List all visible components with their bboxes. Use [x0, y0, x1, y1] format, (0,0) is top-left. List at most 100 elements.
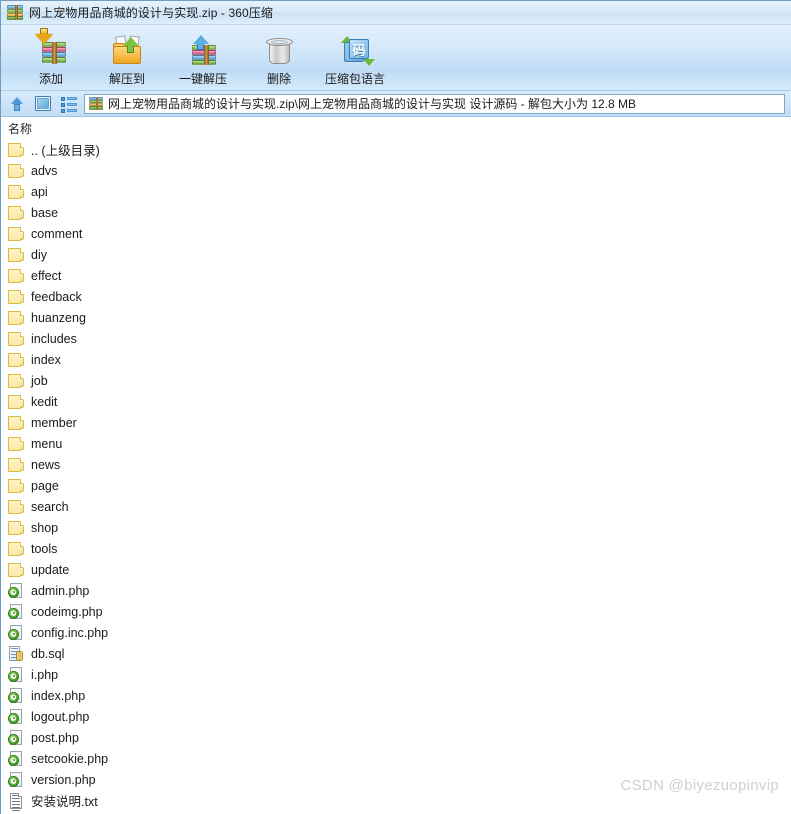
archive-language-icon: 码: [338, 34, 375, 66]
file-name-label: shop: [31, 520, 59, 535]
archive-manager-window: 网上宠物用品商城的设计与实现.zip - 360压缩 添加 解压到 一键解压 删…: [0, 0, 791, 814]
file-name-label: config.inc.php: [31, 625, 109, 640]
file-list-row[interactable]: comment: [6, 223, 791, 244]
file-list-row[interactable]: db.sql: [6, 643, 791, 664]
folder-icon: [8, 226, 24, 241]
file-name-label: job: [31, 373, 48, 388]
file-list-row[interactable]: includes: [6, 328, 791, 349]
add-button-label: 添加: [38, 72, 63, 86]
php-file-icon: [8, 729, 24, 746]
file-list-row[interactable]: news: [6, 454, 791, 475]
file-list-row[interactable]: member: [6, 412, 791, 433]
file-name-label: .. (上级目录): [31, 144, 100, 158]
file-name-label: member: [31, 415, 77, 430]
file-name-label: includes: [31, 331, 77, 346]
file-list-row[interactable]: index.php: [6, 685, 791, 706]
file-list-row[interactable]: codeimg.php: [6, 601, 791, 622]
title-bar: 网上宠物用品商城的设计与实现.zip - 360压缩: [1, 1, 791, 25]
extract-to-button-label: 解压到: [108, 72, 145, 86]
file-list-row[interactable]: .. (上级目录): [6, 139, 791, 160]
php-file-icon: [8, 750, 24, 767]
file-list-row[interactable]: i.php: [6, 664, 791, 685]
file-list-row[interactable]: index: [6, 349, 791, 370]
file-name-label: base: [31, 205, 59, 220]
file-name-label: i.php: [31, 667, 59, 682]
archive-language-button-label: 压缩包语言: [324, 72, 385, 86]
address-bar-row: 网上宠物用品商城的设计与实现.zip\网上宠物用品商城的设计与实现 设计源码 -…: [1, 91, 791, 117]
folder-icon: [8, 457, 24, 472]
file-list-row[interactable]: update: [6, 559, 791, 580]
file-list-row[interactable]: advs: [6, 160, 791, 181]
file-list-row[interactable]: feedback: [6, 286, 791, 307]
file-list-row[interactable]: job: [6, 370, 791, 391]
csdn-watermark: CSDN @biyezuopinvip: [620, 777, 779, 794]
folder-icon: [8, 289, 24, 304]
folder-icon: [8, 331, 24, 346]
text-file-icon: [8, 792, 24, 811]
folder-icon: [8, 268, 24, 283]
file-name-label: index: [31, 352, 61, 367]
file-name-label: tools: [31, 541, 58, 556]
folder-icon: [8, 562, 24, 577]
address-text: 网上宠物用品商城的设计与实现.zip\网上宠物用品商城的设计与实现 设计源码 -…: [108, 97, 637, 111]
file-list-row[interactable]: setcookie.php: [6, 748, 791, 769]
address-input[interactable]: 网上宠物用品商城的设计与实现.zip\网上宠物用品商城的设计与实现 设计源码 -…: [84, 93, 785, 114]
file-name-label: index.php: [31, 688, 86, 703]
file-name-label: version.php: [31, 772, 96, 787]
file-list-row[interactable]: logout.php: [6, 706, 791, 727]
add-to-archive-icon: [34, 28, 68, 66]
folder-icon: [8, 310, 24, 325]
file-list-row[interactable]: search: [6, 496, 791, 517]
extract-to-button[interactable]: 解压到: [89, 29, 165, 89]
php-file-icon: [8, 603, 24, 620]
window-title: 网上宠物用品商城的设计与实现.zip - 360压缩: [29, 6, 273, 20]
main-toolbar: 添加 解压到 一键解压 删除 码 压缩包语言: [1, 25, 791, 91]
zip-archive-icon: [7, 5, 23, 20]
php-file-icon: [8, 771, 24, 788]
file-name-label: update: [31, 562, 70, 577]
file-name-label: huanzeng: [31, 310, 86, 325]
archive-language-button[interactable]: 码 压缩包语言: [317, 29, 393, 89]
file-list-row[interactable]: base: [6, 202, 791, 223]
folder-icon: [8, 541, 24, 556]
php-file-icon: [8, 666, 24, 683]
folder-icon: [8, 394, 24, 409]
file-list-row[interactable]: api: [6, 181, 791, 202]
file-name-label: setcookie.php: [31, 751, 109, 766]
file-list-row[interactable]: kedit: [6, 391, 791, 412]
file-list-row[interactable]: config.inc.php: [6, 622, 791, 643]
php-file-icon: [8, 582, 24, 599]
file-list-row[interactable]: admin.php: [6, 580, 791, 601]
folder-icon: [8, 415, 24, 430]
view-mode-icon[interactable]: [32, 94, 54, 114]
sql-file-icon: [8, 645, 24, 662]
folder-icon: [8, 520, 24, 535]
file-name-label: api: [31, 184, 48, 199]
file-name-label: page: [31, 478, 59, 493]
file-list-row[interactable]: shop: [6, 517, 791, 538]
folder-icon: [8, 436, 24, 451]
file-list-row[interactable]: page: [6, 475, 791, 496]
file-name-label: comment: [31, 226, 83, 241]
delete-button-label: 删除: [266, 72, 291, 86]
folder-icon: [8, 352, 24, 367]
extract-to-folder-icon: [110, 34, 144, 66]
file-list-row[interactable]: menu: [6, 433, 791, 454]
file-name-label: logout.php: [31, 709, 90, 724]
list-view-icon[interactable]: [58, 94, 80, 114]
delete-button[interactable]: 删除: [241, 29, 317, 89]
up-arrow-icon[interactable]: [6, 94, 28, 114]
add-button[interactable]: 添加: [13, 28, 89, 89]
file-list-row[interactable]: huanzeng: [6, 307, 791, 328]
file-list-row[interactable]: diy: [6, 244, 791, 265]
one-click-extract-button[interactable]: 一键解压: [165, 29, 241, 89]
file-name-label: db.sql: [31, 646, 65, 661]
folder-icon: [8, 163, 24, 178]
column-header-row: 名称: [2, 118, 791, 139]
file-name-label: feedback: [31, 289, 82, 304]
file-list-row[interactable]: post.php: [6, 727, 791, 748]
file-list-row[interactable]: effect: [6, 265, 791, 286]
folder-icon: [8, 373, 24, 388]
one-click-extract-icon: [186, 34, 220, 66]
file-list-row[interactable]: tools: [6, 538, 791, 559]
